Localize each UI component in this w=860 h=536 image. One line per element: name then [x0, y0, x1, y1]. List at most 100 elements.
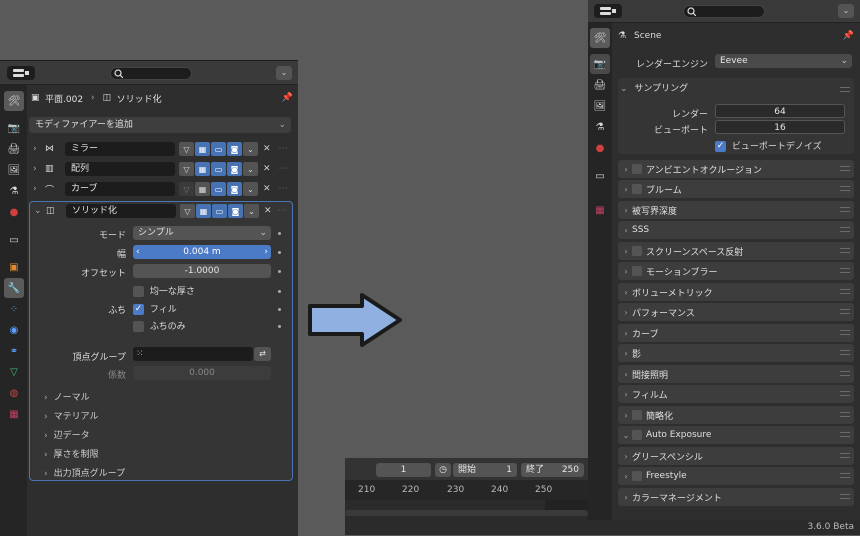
render-camera-icon[interactable]: ◙ [227, 162, 242, 176]
chevron-right-icon[interactable]: › [264, 245, 268, 259]
edit-mode-icon[interactable]: ▽ [179, 182, 194, 196]
section-auto-exposure[interactable]: ⌄ Auto Exposure [618, 426, 854, 444]
options-dropdown-button[interactable]: ⌄ [838, 4, 854, 18]
drag-grip-icon[interactable] [840, 268, 850, 273]
modifier-row-mirror[interactable]: › ⋈ ミラー ▽ ▦ ▭ ◙ ⌄ ✕ ⋯ [33, 140, 295, 158]
check-icon[interactable]: ✓ [133, 304, 144, 315]
drag-grip-icon[interactable]: ⋯ [279, 144, 288, 154]
drag-grip-icon[interactable] [840, 186, 850, 191]
tab-world[interactable]: ● [4, 202, 24, 222]
tab-collection[interactable]: ▭ [4, 230, 24, 250]
drag-grip-icon[interactable]: ⋯ [278, 206, 287, 216]
viewport-display-icon[interactable]: ▭ [211, 182, 226, 196]
subpanel-materials[interactable]: › マテリアル [44, 409, 274, 422]
drag-grip-icon[interactable] [840, 227, 850, 232]
keyframe-dot[interactable] [278, 232, 281, 235]
tab-scene[interactable]: ⚗ [4, 181, 24, 201]
render-camera-icon[interactable]: ◙ [227, 182, 242, 196]
playback-clock-button[interactable]: ◷ [435, 463, 451, 477]
enable-checkbox[interactable] [632, 471, 642, 481]
section-film[interactable]: › フィルム [618, 385, 854, 403]
tab-collection[interactable]: ▭ [590, 166, 610, 186]
timeline-ruler[interactable]: 210 220 230 240 250 [345, 480, 588, 500]
keyframe-dot[interactable] [278, 270, 281, 273]
modifier-name-field[interactable]: ミラー [65, 142, 175, 156]
section-curves[interactable]: › カーブ [618, 324, 854, 342]
modifier-row-array[interactable]: › ▥ 配列 ▽ ▦ ▭ ◙ ⌄ ✕ ⋯ [33, 160, 295, 178]
drag-grip-icon[interactable] [840, 371, 850, 376]
offset-field[interactable]: -1.0000 [133, 264, 271, 278]
drag-grip-icon[interactable] [840, 494, 850, 499]
enable-checkbox[interactable] [632, 246, 642, 256]
section-motion-blur[interactable]: › モーションブラー [618, 262, 854, 280]
tab-material[interactable]: ◍ [4, 383, 24, 403]
viewport-denoise-checkbox[interactable]: ✓ ビューポートデノイズ [715, 139, 822, 152]
chevron-right-icon[interactable]: › [33, 184, 45, 194]
tab-render[interactable]: 📷 [590, 54, 610, 74]
drag-grip-icon[interactable] [840, 432, 850, 437]
drag-grip-icon[interactable] [840, 391, 850, 396]
section-shadows[interactable]: › 影 [618, 344, 854, 362]
section-volumetrics[interactable]: › ボリューメトリック [618, 283, 854, 301]
edit-mode-icon[interactable]: ▽ [179, 142, 194, 156]
tab-constraints[interactable]: ⚭ [4, 341, 24, 361]
tab-object[interactable]: ▣ [4, 257, 24, 277]
chevron-right-icon[interactable]: › [33, 144, 45, 154]
chevron-down-icon[interactable]: ⌄ [244, 204, 259, 218]
mode-select[interactable]: シンプル ⌄ [133, 226, 271, 240]
section-sss[interactable]: › SSS [618, 221, 854, 239]
pin-icon[interactable]: 📌 [282, 93, 293, 103]
drag-grip-icon[interactable] [840, 87, 850, 92]
section-indirect-lighting[interactable]: › 間接照明 [618, 365, 854, 383]
modifier-row-solidify[interactable]: ⌄ ◫ ソリッド化 ▽ ▦ ▭ ◙ ⌄ ✕ ⋯ [34, 202, 290, 220]
section-freestyle[interactable]: › Freestyle [618, 467, 854, 485]
check-icon[interactable]: ✓ [715, 141, 726, 152]
width-field[interactable]: ‹ 0.004 m › [133, 245, 271, 259]
render-samples-field[interactable]: 64 [715, 104, 845, 118]
drag-grip-icon[interactable] [840, 207, 850, 212]
section-ambient-occlusion[interactable]: › アンビエントオクルージョン [618, 160, 854, 178]
invert-vertex-group-button[interactable]: ⇄ [254, 347, 271, 361]
rim-fill-checkbox[interactable]: ✓ フィル [133, 302, 177, 315]
keyframe-dot[interactable] [278, 290, 281, 293]
even-thickness-checkbox[interactable]: 均一な厚さ [133, 284, 195, 297]
chevron-down-icon[interactable]: ⌄ [34, 206, 46, 216]
section-screen-space-reflections[interactable]: › スクリーンスペース反射 [618, 242, 854, 260]
vertex-group-field[interactable]: ⁙ [133, 347, 253, 361]
pin-icon[interactable]: 📌 [843, 31, 854, 41]
tab-view-layer[interactable]: 🖼 [4, 160, 24, 180]
modifier-name-field[interactable]: 配列 [65, 162, 175, 176]
render-camera-icon[interactable]: ◙ [227, 142, 242, 156]
rim-only-checkbox[interactable]: ふちのみ [133, 319, 186, 332]
chevron-down-icon[interactable]: ⌄ [243, 182, 258, 196]
chevron-right-icon[interactable]: › [33, 164, 45, 174]
subpanel-thickness-clamp[interactable]: › 厚さを制限 [44, 447, 274, 460]
tab-scene[interactable]: ⚗ [590, 117, 610, 137]
chevron-down-icon[interactable]: ⌄ [243, 162, 258, 176]
drag-grip-icon[interactable] [840, 453, 850, 458]
drag-grip-icon[interactable] [840, 309, 850, 314]
tab-output[interactable]: 🖨 [590, 75, 610, 95]
cage-icon[interactable]: ▦ [195, 162, 210, 176]
section-performance[interactable]: › パフォーマンス [618, 303, 854, 321]
enable-checkbox[interactable] [632, 184, 642, 194]
viewport-samples-field[interactable]: 16 [715, 120, 845, 134]
close-icon[interactable]: ✕ [263, 184, 271, 194]
tab-texture[interactable]: ▦ [590, 200, 610, 220]
tab-tool[interactable]: 🛠 [4, 91, 24, 111]
cage-icon[interactable]: ▦ [195, 142, 210, 156]
viewport-display-icon[interactable]: ▭ [211, 142, 226, 156]
search-input[interactable] [683, 5, 765, 18]
search-input[interactable] [110, 67, 192, 80]
tab-world[interactable]: ● [590, 138, 610, 158]
frame-start-field[interactable]: 開始 1 [453, 463, 517, 477]
tab-tool[interactable]: 🛠 [590, 28, 610, 48]
viewport-display-icon[interactable]: ▭ [211, 162, 226, 176]
tab-particles[interactable]: ⁘ [4, 299, 24, 319]
factor-field[interactable]: 0.000 [133, 366, 271, 380]
subpanel-normals[interactable]: › ノーマル [44, 390, 274, 403]
options-dropdown-button[interactable]: ⌄ [276, 66, 292, 80]
keyframe-dot[interactable] [278, 251, 281, 254]
frame-end-field[interactable]: 終了 250 [521, 463, 584, 477]
keyframe-dot[interactable] [278, 308, 281, 311]
